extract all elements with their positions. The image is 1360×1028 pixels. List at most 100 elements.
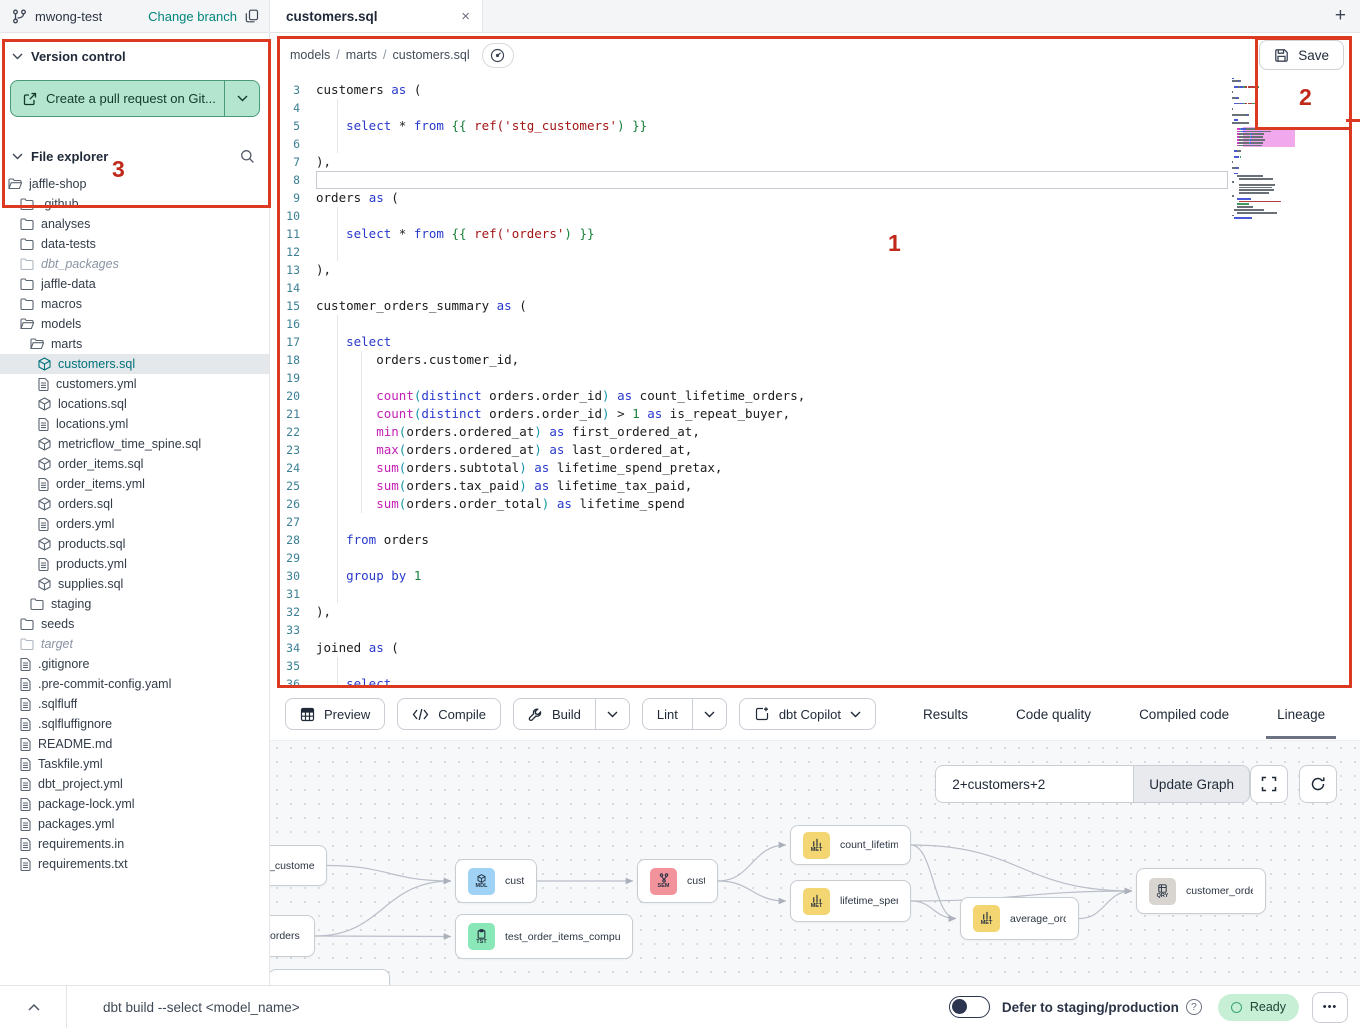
code-line-3[interactable]: 3customers as ( xyxy=(270,81,1360,99)
lineage-node-customers_sem[interactable]: SEMcustomers xyxy=(637,859,718,903)
minimap[interactable] xyxy=(1232,77,1320,220)
tree-item--sqlfluffignore[interactable]: .sqlfluffignore xyxy=(0,714,269,734)
code-line-8[interactable]: 8 xyxy=(270,171,1360,189)
breadcrumb-models[interactable]: models xyxy=(290,48,330,62)
tree-item-locations-sql[interactable]: locations.sql xyxy=(0,394,269,414)
breadcrumb-marts[interactable]: marts xyxy=(346,48,377,62)
lineage-node-customers_mdl[interactable]: MDLcustomers xyxy=(455,859,537,903)
code-line-26[interactable]: 26 sum(orders.order_total) as lifetime_s… xyxy=(270,495,1360,513)
pull-request-caret-button[interactable] xyxy=(224,81,259,116)
code-line-33[interactable]: 33 xyxy=(270,621,1360,639)
performance-gauge-button[interactable] xyxy=(482,43,514,68)
code-line-4[interactable]: 4 xyxy=(270,99,1360,117)
breadcrumb-file[interactable]: customers.sql xyxy=(393,48,470,62)
lineage-node-customer_order_metrics[interactable]: QRYcustomer_order_metrics xyxy=(1136,868,1266,914)
build-button[interactable]: Build xyxy=(514,699,595,729)
code-line-9[interactable]: 9orders as ( xyxy=(270,189,1360,207)
tab-lineage[interactable]: Lineage xyxy=(1274,688,1328,740)
tree-item-order-items-yml[interactable]: order_items.yml xyxy=(0,474,269,494)
defer-toggle[interactable] xyxy=(949,996,990,1018)
code-line-11[interactable]: 11 select * from {{ ref('orders') }} xyxy=(270,225,1360,243)
code-line-10[interactable]: 10 xyxy=(270,207,1360,225)
tree-item-dbt-project-yml[interactable]: dbt_project.yml xyxy=(0,774,269,794)
save-button[interactable]: Save xyxy=(1259,40,1344,70)
more-options-button[interactable]: ••• xyxy=(1312,992,1348,1023)
refresh-icon[interactable] xyxy=(1299,765,1337,803)
tree-item-metricflow-time-spine-sql[interactable]: metricflow_time_spine.sql xyxy=(0,434,269,454)
lint-button[interactable]: Lint xyxy=(643,699,692,729)
code-line-22[interactable]: 22 min(orders.ordered_at) as first_order… xyxy=(270,423,1360,441)
code-line-12[interactable]: 12 xyxy=(270,243,1360,261)
tree-item--sqlfluff[interactable]: .sqlfluff xyxy=(0,694,269,714)
code-editor[interactable]: 3customers as (45 select * from {{ ref('… xyxy=(270,77,1360,688)
search-icon[interactable] xyxy=(240,149,255,164)
tree-item-customers-yml[interactable]: customers.yml xyxy=(0,374,269,394)
cli-command[interactable]: dbt build --select <model_name> xyxy=(103,1000,300,1015)
code-line-25[interactable]: 25 sum(orders.tax_paid) as lifetime_tax_… xyxy=(270,477,1360,495)
dbt-copilot-button[interactable]: dbt Copilot xyxy=(739,698,876,730)
code-line-18[interactable]: 18 orders.customer_id, xyxy=(270,351,1360,369)
code-line-15[interactable]: 15customer_orders_summary as ( xyxy=(270,297,1360,315)
code-line-21[interactable]: 21 count(distinct orders.order_id) > 1 a… xyxy=(270,405,1360,423)
code-line-13[interactable]: 13), xyxy=(270,261,1360,279)
tree-item-staging[interactable]: staging xyxy=(0,594,269,614)
tree-item-order-items-sql[interactable]: order_items.sql xyxy=(0,454,269,474)
file-explorer-header[interactable]: File explorer xyxy=(0,131,269,174)
code-line-31[interactable]: 31 xyxy=(270,585,1360,603)
tab-code-quality[interactable]: Code quality xyxy=(1013,688,1094,740)
code-line-28[interactable]: 28 from orders xyxy=(270,531,1360,549)
lineage-node-count_lifetime_orders[interactable]: METcount_lifetime_orders xyxy=(790,825,911,865)
version-control-header[interactable]: Version control xyxy=(0,33,269,74)
lineage-node-blank_partial[interactable] xyxy=(270,969,390,985)
tree-item-readme-md[interactable]: README.md xyxy=(0,734,269,754)
tree-item-jaffle-data[interactable]: jaffle-data xyxy=(0,274,269,294)
build-caret-button[interactable] xyxy=(595,699,629,729)
new-tab-button[interactable]: + xyxy=(1335,5,1346,27)
lineage-node-average_order_value[interactable]: METaverage_order_value xyxy=(960,897,1079,940)
tab-customers-sql[interactable]: customers.sql × xyxy=(270,0,483,32)
create-pull-request-button[interactable]: Create a pull request on Git... xyxy=(10,80,260,117)
tree-item-packages-yml[interactable]: packages.yml xyxy=(0,814,269,834)
code-line-29[interactable]: 29 xyxy=(270,549,1360,567)
code-line-24[interactable]: 24 sum(orders.subtotal) as lifetime_spen… xyxy=(270,459,1360,477)
tree-item-target[interactable]: target xyxy=(0,634,269,654)
tree-item-analyses[interactable]: analyses xyxy=(0,214,269,234)
tree-item-supplies-sql[interactable]: supplies.sql xyxy=(0,574,269,594)
fullscreen-icon[interactable] xyxy=(1250,765,1288,803)
chevron-up-icon[interactable] xyxy=(28,1003,40,1011)
code-line-6[interactable]: 6 xyxy=(270,135,1360,153)
code-line-17[interactable]: 17 select xyxy=(270,333,1360,351)
compile-button[interactable]: Compile xyxy=(397,698,501,730)
tree-item-locations-yml[interactable]: locations.yml xyxy=(0,414,269,434)
preview-button[interactable]: Preview xyxy=(285,698,385,730)
code-line-30[interactable]: 30 group by 1 xyxy=(270,567,1360,585)
tree-item-orders-yml[interactable]: orders.yml xyxy=(0,514,269,534)
code-line-23[interactable]: 23 max(orders.ordered_at) as last_ordere… xyxy=(270,441,1360,459)
code-line-27[interactable]: 27 xyxy=(270,513,1360,531)
code-line-36[interactable]: 36 select xyxy=(270,675,1360,688)
copy-icon[interactable] xyxy=(245,9,259,23)
tree-item-models[interactable]: models xyxy=(0,314,269,334)
code-line-32[interactable]: 32), xyxy=(270,603,1360,621)
tab-compiled-code[interactable]: Compiled code xyxy=(1136,688,1232,740)
lint-caret-button[interactable] xyxy=(692,699,726,729)
lineage-node-test_bools[interactable]: TSTtest_order_items_compute_to_bools... xyxy=(455,914,633,959)
tree-item-products-yml[interactable]: products.yml xyxy=(0,554,269,574)
tree-item-jaffle-shop[interactable]: jaffle-shop xyxy=(0,174,269,194)
tree-item-data-tests[interactable]: data-tests xyxy=(0,234,269,254)
tree-item-package-lock-yml[interactable]: package-lock.yml xyxy=(0,794,269,814)
tree-item-macros[interactable]: macros xyxy=(0,294,269,314)
lineage-node-orders_src[interactable]: orders xyxy=(270,915,315,957)
lineage-selector-input[interactable] xyxy=(935,765,1133,803)
lineage-node-lifetime_spend_pretax[interactable]: METlifetime_spend_pretax xyxy=(790,880,911,922)
code-line-7[interactable]: 7), xyxy=(270,153,1360,171)
tree-item-dbt-packages[interactable]: dbt_packages xyxy=(0,254,269,274)
tree-item-seeds[interactable]: seeds xyxy=(0,614,269,634)
tree-item-customers-sql[interactable]: customers.sql xyxy=(0,354,269,374)
tree-item-marts[interactable]: marts xyxy=(0,334,269,354)
code-line-35[interactable]: 35 xyxy=(270,657,1360,675)
help-icon[interactable]: ? xyxy=(1186,999,1202,1015)
tree-item-requirements-in[interactable]: requirements.in xyxy=(0,834,269,854)
update-graph-button[interactable]: Update Graph xyxy=(1133,765,1250,803)
tree-item-taskfile-yml[interactable]: Taskfile.yml xyxy=(0,754,269,774)
